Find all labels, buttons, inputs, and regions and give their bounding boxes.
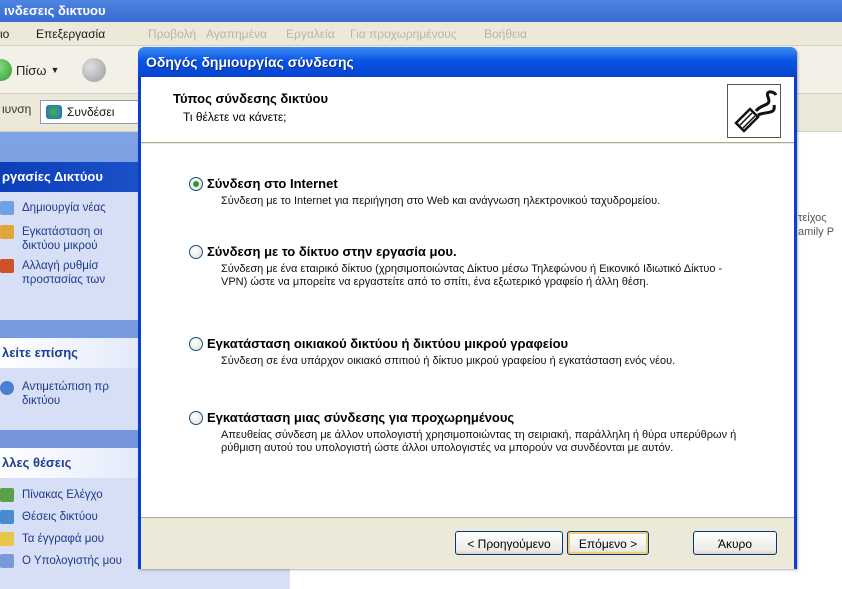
back-button[interactable]: Πίσω ▼ [0,56,59,84]
control-panel-icon [0,488,14,502]
explorer-menu-bar: ιο Επεξεργασία Προβολή Αγαπημένα Εργαλεί… [0,22,842,46]
menu-help[interactable]: Βοήθεια [484,22,527,46]
menu-favorites[interactable]: Αγαπημένα [206,22,267,46]
home-network-icon [0,225,14,239]
task-new-connection[interactable]: Δημιουργία νέας [22,201,106,215]
header-subtitle: Τι θέλετε να κάνετε; [183,110,287,124]
option-label: Σύνδεση με το δίκτυο στην εργασία μου. [207,244,457,259]
option-description: Σύνδεση σε ένα υπάρχον οικιακό σπιτιού ή… [221,355,676,367]
new-connection-icon [0,201,14,215]
help-icon [0,381,14,395]
menu-view[interactable]: Προβολή [148,22,196,46]
menu-edit[interactable]: Επεξεργασία [36,22,105,46]
my-documents-icon [0,532,14,546]
menu-advanced[interactable]: Για προχωρημένους [350,22,457,46]
option-label: Εγκατάσταση μιας σύνδεσης για προχωρημέν… [207,410,515,425]
forward-arrow-icon[interactable] [82,58,106,82]
explorer-title-bar: ινδεσεις δικτυου [0,0,842,22]
address-value: Συνδέσει [67,105,115,119]
chevron-down-icon[interactable]: ▼ [50,65,59,75]
wizard-title: Οδηγός δημιουργίας σύνδεσης [146,54,354,70]
place-control-panel[interactable]: Πίνακας Ελέγχο [22,488,103,502]
radio-advanced[interactable] [189,411,203,425]
my-computer-icon [0,554,14,568]
address-label: ιυνση [2,102,32,116]
radio-home-network[interactable] [189,337,203,351]
task-setup-home-network[interactable]: Εγκατάσταση οι δικτύου μικρού [22,225,102,253]
back-arrow-icon [0,59,12,81]
place-my-computer[interactable]: Ο Υπολογιστής μου [22,554,122,568]
next-button[interactable]: Επόμενο > [567,531,649,555]
new-connection-wizard: Οδηγός δημιουργίας σύνδεσης Τύπος σύνδεσ… [138,47,797,569]
network-cable-icon [727,84,781,138]
back-label: Πίσω [16,62,47,78]
content-snippet: τείχος [798,212,827,224]
option-description: Σύνδεση με το Internet για περιήγηση στο… [221,195,661,207]
network-places-icon [0,510,14,524]
option-label: Σύνδεση στο Internet [207,176,338,191]
wizard-footer: < Προηγούμενο Επόμενο > Άκυρο [141,517,794,569]
radio-internet[interactable] [189,177,203,191]
place-network-places[interactable]: Θέσεις δικτύου [22,510,98,524]
task-troubleshooter[interactable]: Αντιμετώπιση πρ δικτύου [22,380,109,408]
option-description: Απευθείας σύνδεση με άλλον υπολογιστή χρ… [221,429,737,454]
address-field[interactable]: Συνδέσει [40,100,140,124]
wizard-title-bar[interactable]: Οδηγός δημιουργίας σύνδεσης [138,47,797,77]
radio-workplace[interactable] [189,245,203,259]
network-connections-icon [46,105,62,119]
back-button[interactable]: < Προηγούμενο [455,531,563,555]
explorer-title: ινδεσεις δικτυου [4,3,106,18]
option-label: Εγκατάσταση οικιακού δικτύου ή δικτύου μ… [207,336,569,351]
menu-file[interactable]: ιο [0,22,9,46]
option-description: Σύνδεση με ένα εταιρικό δίκτυο (χρησιμοπ… [221,263,723,288]
wizard-body: Σύνδεση στο Internet Σύνδεση με το Inter… [141,144,794,517]
wizard-header: Τύπος σύνδεσης δικτύου Τι θέλετε να κάνε… [141,77,794,143]
menu-tools[interactable]: Εργαλεία [286,22,335,46]
content-snippet: amily P [798,226,835,238]
task-change-firewall[interactable]: Αλλαγή ρυθμίσ προστασίας των [22,259,105,287]
firewall-icon [0,259,14,273]
header-title: Τύπος σύνδεσης δικτύου [173,91,329,106]
cancel-button[interactable]: Άκυρο [693,531,777,555]
place-my-documents[interactable]: Τα έγγραφά μου [22,532,104,546]
